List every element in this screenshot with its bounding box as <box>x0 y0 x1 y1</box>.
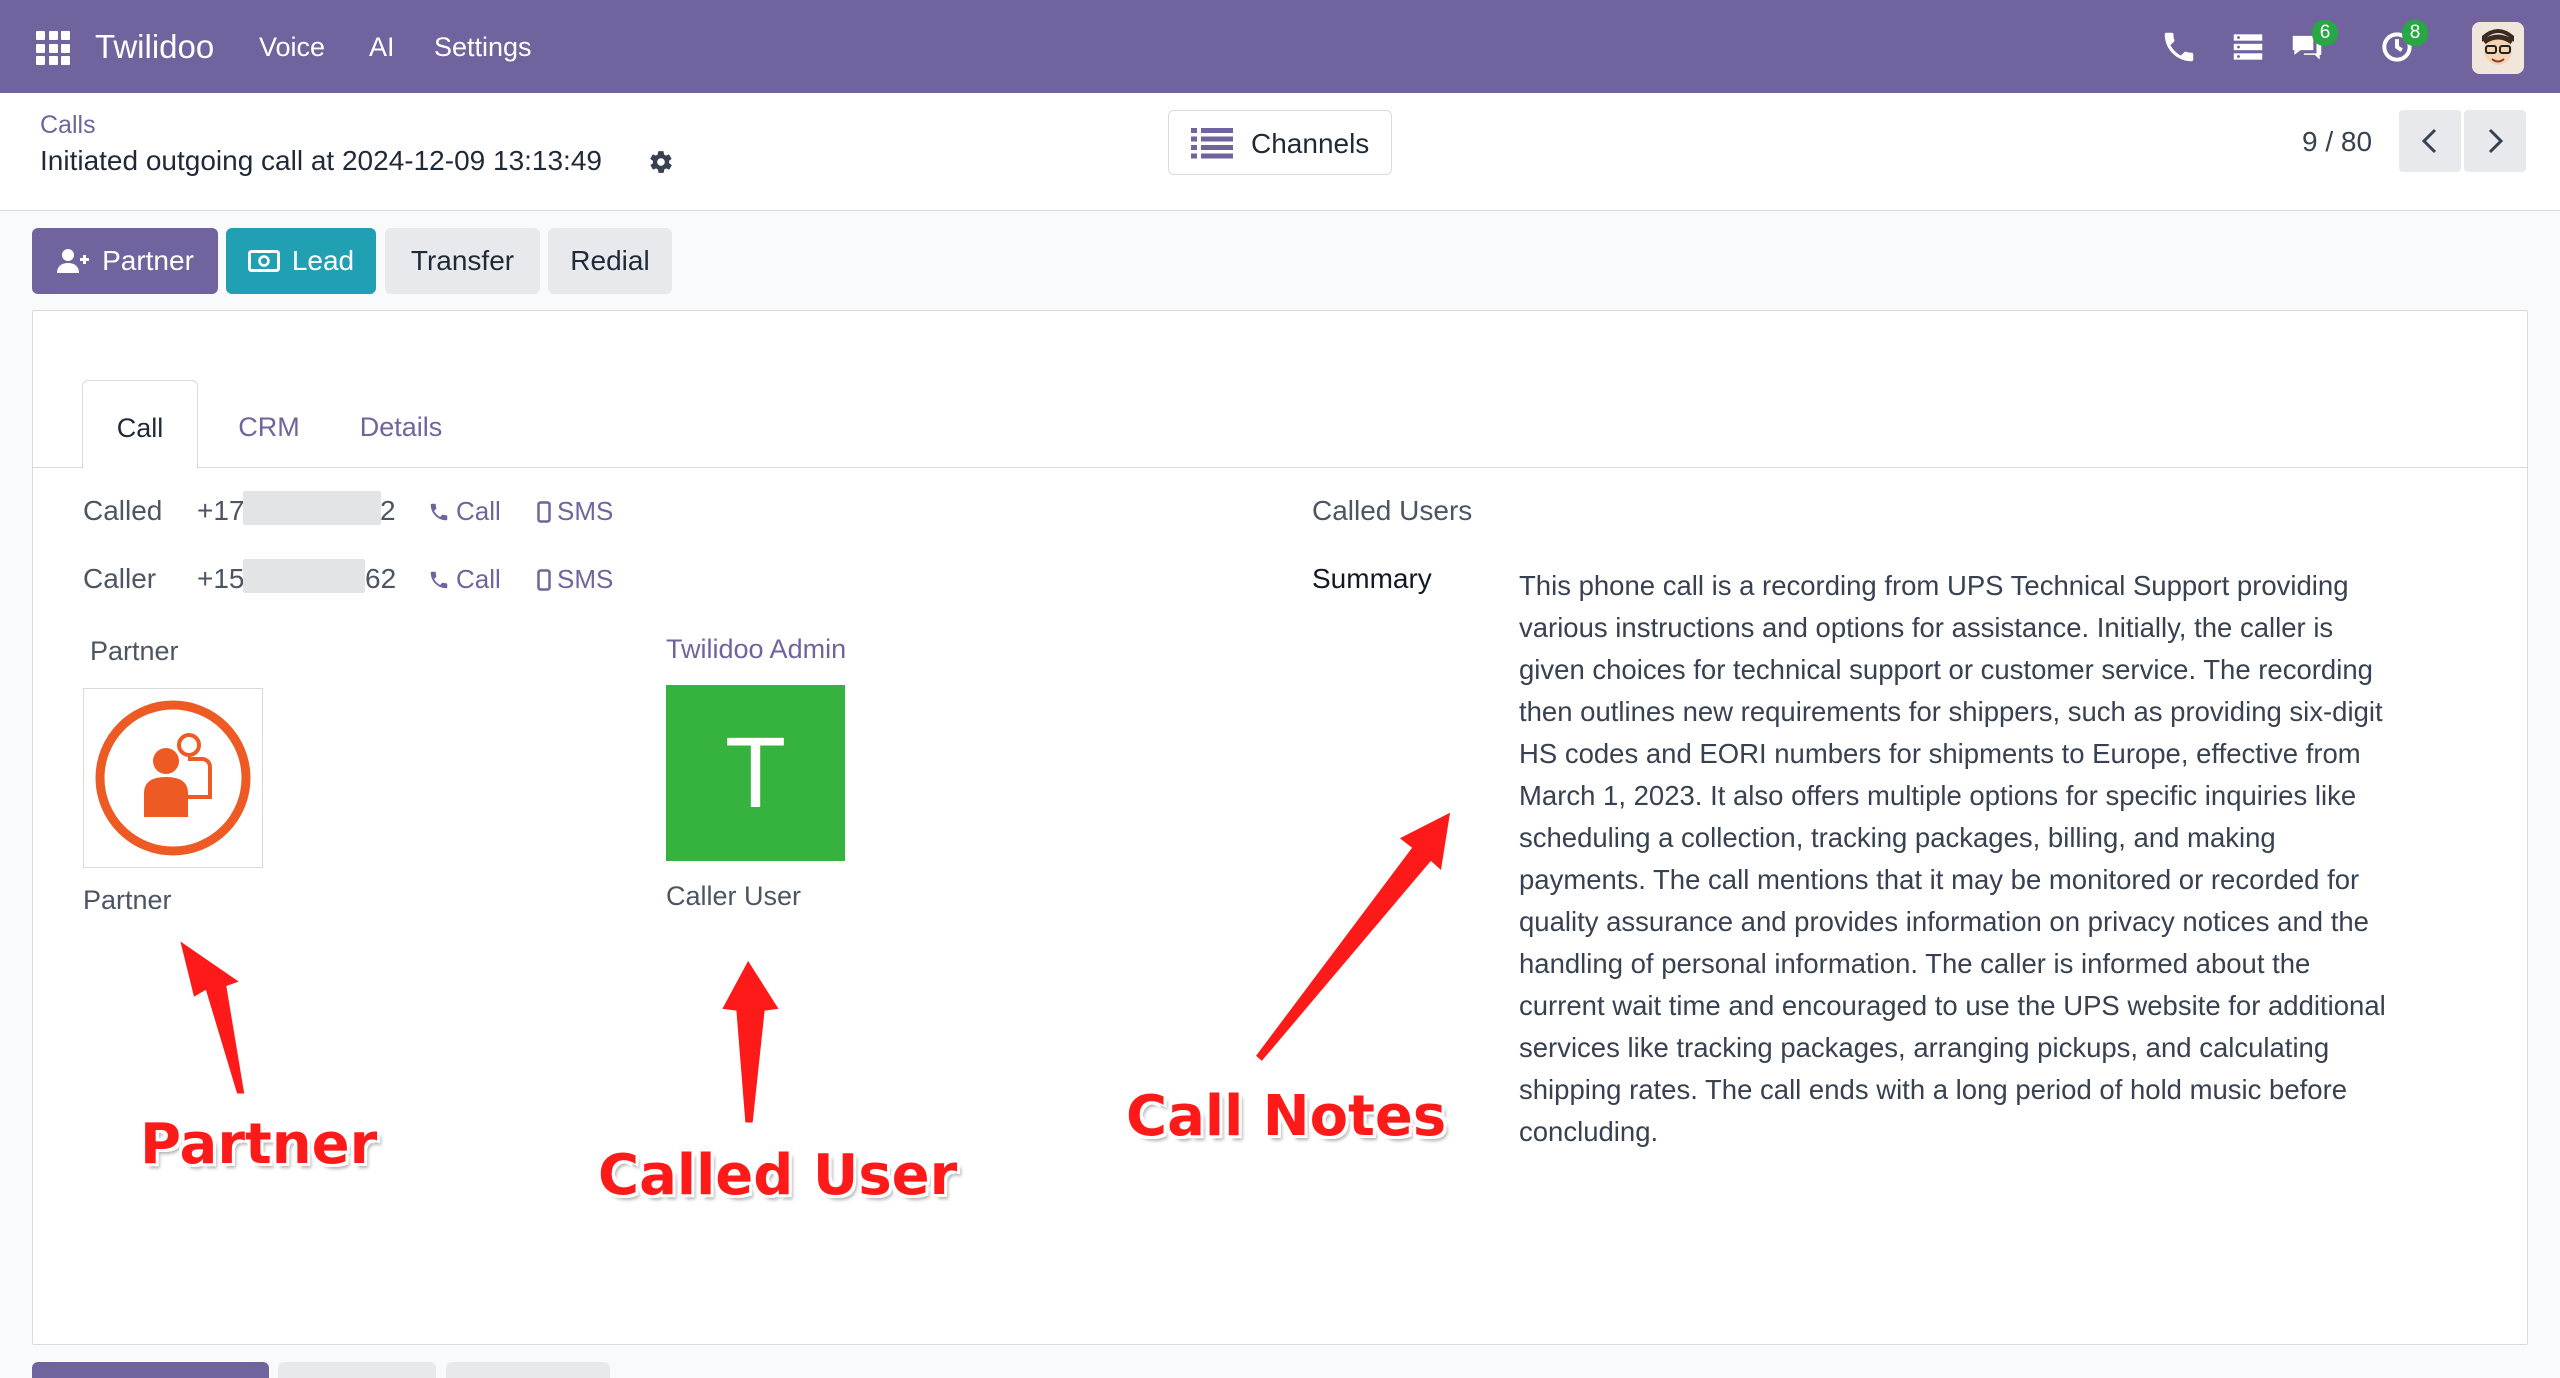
bottom-primary-button[interactable] <box>32 1362 269 1378</box>
summary-text[interactable]: This phone call is a recording from UPS … <box>1519 565 2399 1153</box>
lead-button-label: Lead <box>291 245 355 276</box>
record-title: Initiated outgoing call at 2024-12-09 13… <box>40 145 602 176</box>
annotation-partner: Partner <box>140 1112 378 1177</box>
phone-icon <box>430 503 448 520</box>
caller-sms-link[interactable]: SMS <box>537 564 613 595</box>
call-link-label: Call <box>456 496 501 526</box>
server-icon[interactable] <box>2229 28 2267 66</box>
menu-ai[interactable]: AI <box>369 32 395 63</box>
partner-avatar[interactable] <box>83 688 263 868</box>
activity-badge: 8 <box>2402 20 2428 46</box>
pager-next-button[interactable] <box>2464 110 2526 172</box>
user-caption: Caller User <box>666 881 802 911</box>
user-avatar-image[interactable]: T <box>666 685 845 861</box>
channels-label: Channels <box>1251 128 1370 159</box>
app-brand[interactable]: Twilidoo <box>95 28 214 66</box>
chat-badge: 6 <box>2312 20 2338 46</box>
notebook-tabs: Call CRM Details <box>33 380 2527 469</box>
summary-label: Summary <box>1312 563 1432 594</box>
menu-voice[interactable]: Voice <box>259 32 325 63</box>
breadcrumb[interactable]: Calls <box>40 111 96 140</box>
user-plus-icon <box>57 249 90 273</box>
bottom-secondary-button[interactable] <box>278 1362 436 1378</box>
called-label: Called <box>83 495 163 526</box>
annotation-call-notes: Call Notes <box>1126 1084 1447 1149</box>
money-icon <box>247 250 280 272</box>
menu-settings[interactable]: Settings <box>434 32 532 63</box>
caller-number-prefix: +15 <box>197 563 245 594</box>
chevron-right-icon <box>2488 128 2504 154</box>
caller-call-link[interactable]: Call <box>428 564 501 595</box>
partner-caption: Partner <box>83 885 172 915</box>
user-avatar[interactable] <box>2472 22 2524 74</box>
mobile-icon <box>537 500 551 523</box>
transfer-button[interactable]: Transfer <box>385 228 540 294</box>
activity-icon[interactable]: 8 <box>2378 20 2428 66</box>
pager-value[interactable]: 9 / 80 <box>2302 126 2372 158</box>
partner-button-label: Partner <box>102 245 194 276</box>
user-name-link[interactable]: Twilidoo Admin <box>666 634 846 665</box>
lead-button[interactable]: Lead <box>226 228 376 294</box>
chevron-left-icon <box>2421 128 2437 154</box>
called-users-label: Called Users <box>1312 495 1473 526</box>
called-call-link[interactable]: Call <box>428 496 501 527</box>
form-sheet: Call CRM Details Called +17 2 Call SMS C… <box>32 310 2528 1345</box>
called-number-prefix: +17 <box>197 495 245 526</box>
top-navbar: Twilidoo Voice AI Settings 6 8 <box>0 0 2560 93</box>
pager-previous-button[interactable] <box>2399 110 2461 172</box>
partner-icon <box>95 700 251 856</box>
tab-details[interactable]: Details <box>344 380 458 469</box>
phone-icon[interactable] <box>2160 28 2198 66</box>
tab-call[interactable]: Call <box>82 380 198 469</box>
partner-button[interactable]: Partner <box>32 228 218 294</box>
redial-button[interactable]: Redial <box>548 228 672 294</box>
gear-icon[interactable] <box>648 149 674 175</box>
list-icon <box>1191 128 1233 159</box>
channels-button[interactable]: Channels <box>1168 110 1392 175</box>
redacted-number <box>243 559 365 593</box>
caller-label: Caller <box>83 563 157 594</box>
caller-number-suffix: 62 <box>365 563 397 594</box>
sms-link-label: SMS <box>557 564 614 594</box>
tab-crm[interactable]: CRM <box>223 380 315 469</box>
bottom-secondary-button[interactable] <box>446 1362 610 1378</box>
control-panel: Calls Initiated outgoing call at 2024-12… <box>0 93 2560 211</box>
apps-icon[interactable] <box>36 31 70 65</box>
call-link-label: Call <box>456 564 501 594</box>
annotation-called-user: Called User <box>598 1143 958 1208</box>
partner-field-label: Partner <box>90 636 179 666</box>
redacted-number <box>243 491 381 525</box>
phone-icon <box>430 571 448 588</box>
called-sms-link[interactable]: SMS <box>537 496 613 527</box>
mobile-icon <box>537 568 551 591</box>
called-number-suffix: 2 <box>380 495 396 526</box>
sms-link-label: SMS <box>557 496 614 526</box>
chat-icon[interactable]: 6 <box>2288 20 2338 66</box>
